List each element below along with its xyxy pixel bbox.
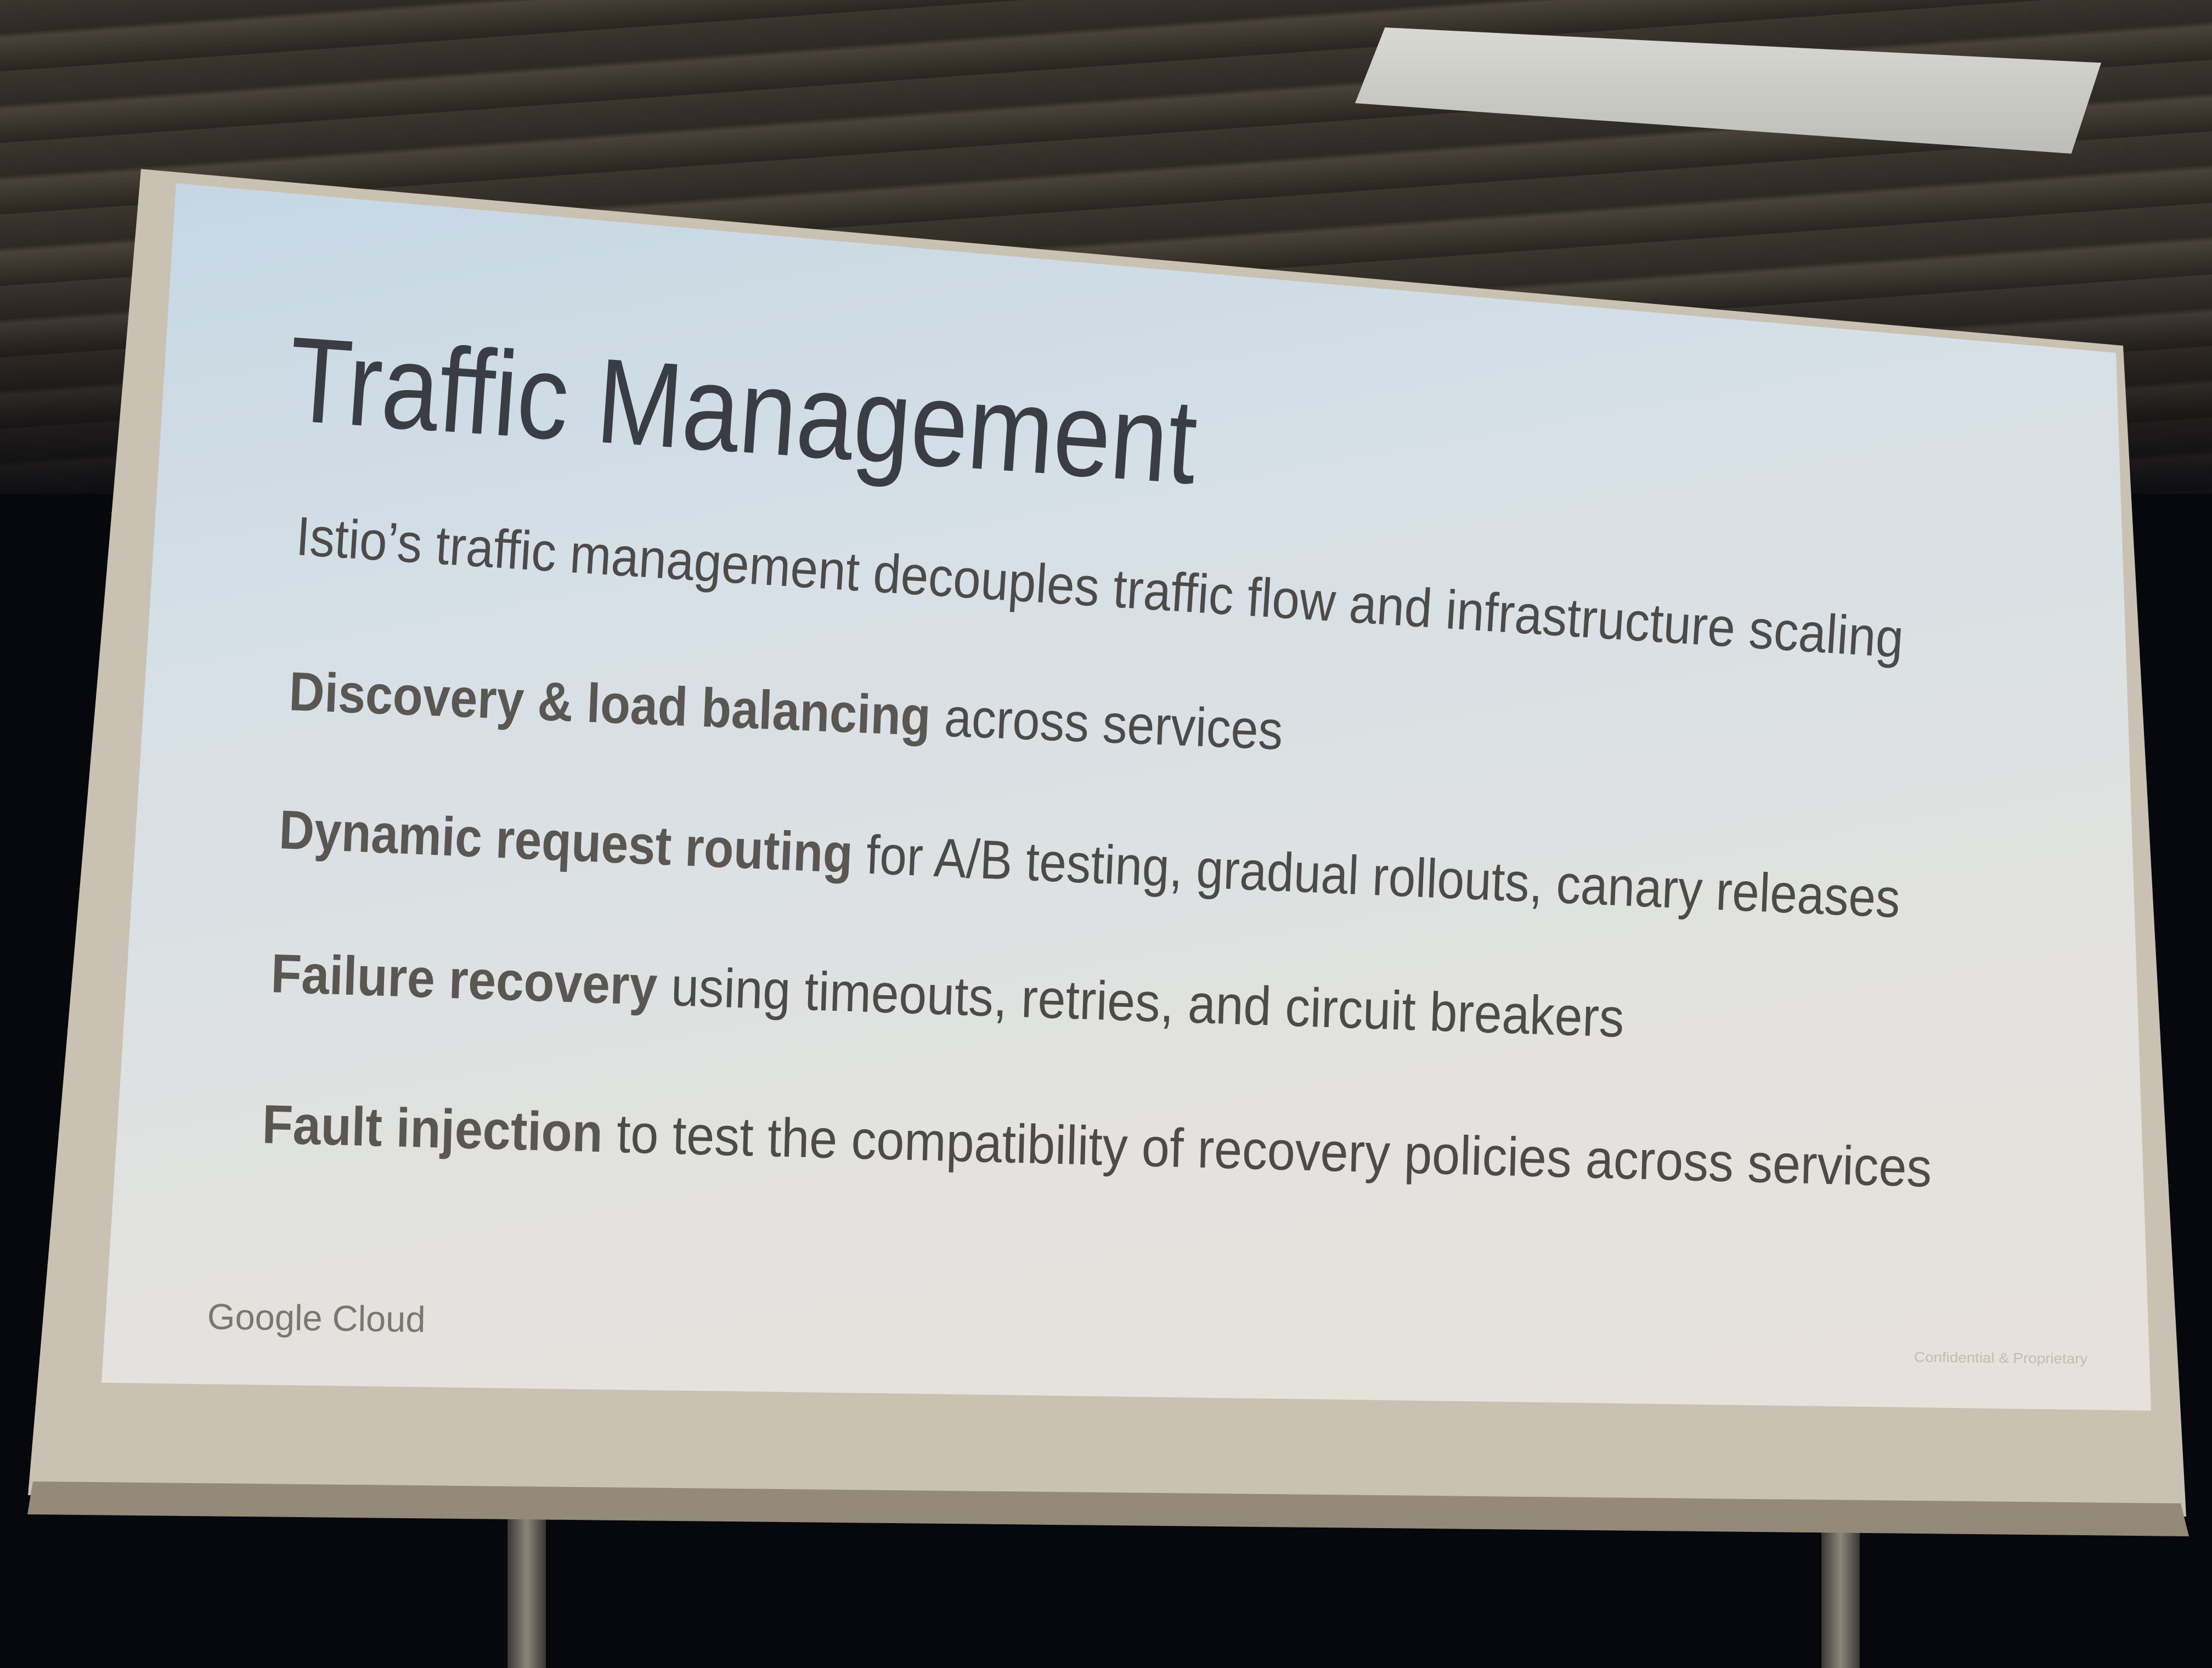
bullet-bold: Fault injection bbox=[261, 1094, 604, 1164]
confidential-footer: Confidential & Proprietary bbox=[1914, 1349, 2088, 1367]
google-cloud-logo: Google Cloud bbox=[207, 1296, 426, 1340]
bullet-bold: Failure recovery bbox=[270, 943, 658, 1017]
screen-stand-leg-left bbox=[507, 1503, 546, 1668]
